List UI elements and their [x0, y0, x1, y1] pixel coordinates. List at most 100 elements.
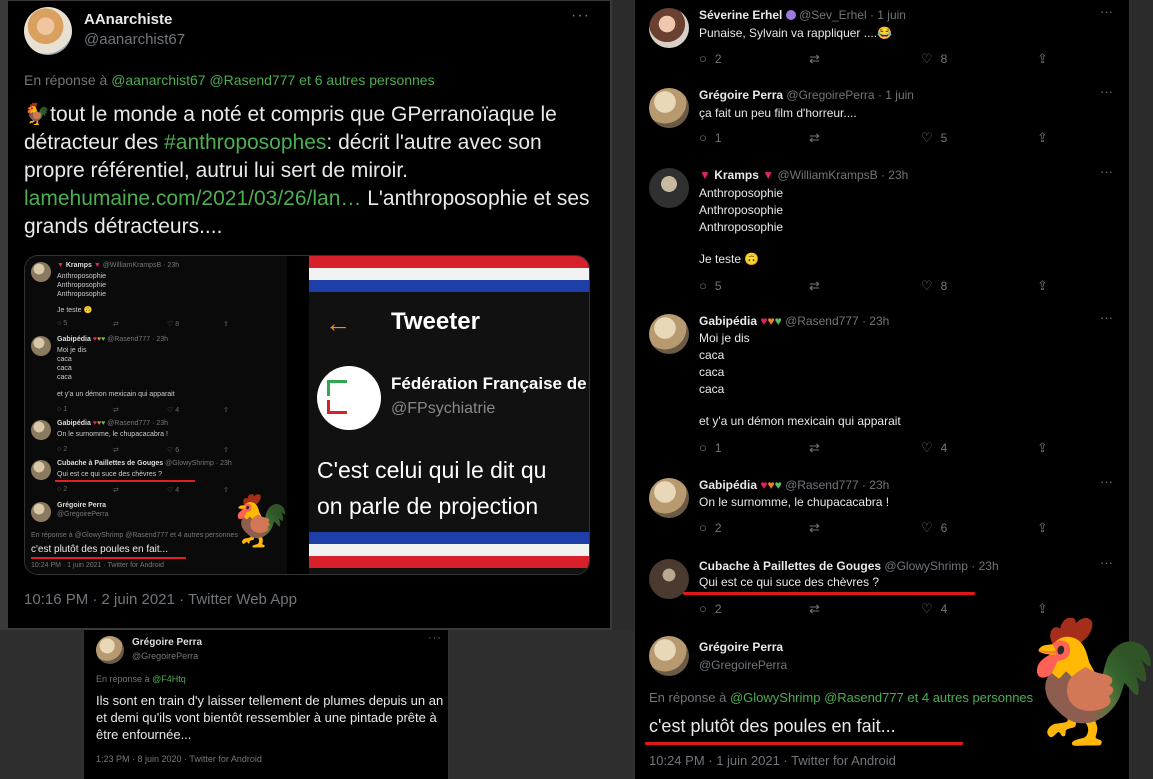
- more-icon[interactable]: ···: [571, 7, 590, 25]
- retweet-icon: ⇄: [113, 407, 119, 414]
- tweet-media[interactable]: ▼ Kramps ▼ @WilliamKrampsB · 23h Anthrop…: [24, 255, 590, 575]
- tweet-header: ▼ Kramps ▼ @WilliamKrampsB · 23h: [699, 168, 909, 182]
- reply-context: En réponse à @F4Htq: [96, 674, 186, 684]
- tweet-line: Je teste 🙃: [699, 252, 760, 266]
- share-button[interactable]: ⇪: [1037, 130, 1056, 146]
- tweet-text: 🐓tout le monde a noté et compris que GPe…: [24, 101, 596, 241]
- reply-button[interactable]: ○ 2: [699, 520, 722, 535]
- reply-mentions[interactable]: @GlowyShrimp @Rasend777: [730, 690, 904, 705]
- reply-mentions[interactable]: @aanarchist67 @Rasend777: [111, 72, 295, 88]
- share-button[interactable]: ⇪: [1037, 440, 1056, 456]
- retweet-button[interactable]: ⇄: [809, 278, 828, 294]
- author-name[interactable]: Cubache à Paillettes de Gouges: [699, 559, 881, 573]
- retweet-button[interactable]: ⇄: [809, 51, 828, 67]
- main-tweet[interactable]: AAnarchiste @aanarchist67 ··· En réponse…: [7, 0, 611, 629]
- like-button[interactable]: ♡ 6: [921, 520, 947, 536]
- author-handle[interactable]: @Rasend777 · 23h: [785, 314, 889, 328]
- tweet-line: caca: [699, 382, 725, 396]
- reply-button[interactable]: ○ 1: [699, 440, 722, 455]
- reply-mention[interactable]: @F4Htq: [152, 674, 186, 684]
- share-icon: ⇪: [1037, 601, 1048, 616]
- more-icon[interactable]: ···: [1100, 555, 1113, 570]
- reply-button[interactable]: ○ 1: [699, 130, 722, 145]
- more-icon[interactable]: ···: [1100, 474, 1113, 489]
- author-handle[interactable]: @GregoirePerra: [699, 658, 787, 672]
- like-button[interactable]: ♡ 8: [921, 278, 947, 294]
- ff-header-title: Tweeter: [391, 308, 480, 335]
- author-name[interactable]: Gabipédia: [699, 478, 757, 492]
- share-button[interactable]: ⇪: [1037, 51, 1056, 67]
- author-handle[interactable]: @GlowyShrimp · 23h: [884, 559, 998, 573]
- media-thread-screenshot[interactable]: ▼ Kramps ▼ @WilliamKrampsB · 23h Anthrop…: [25, 256, 287, 574]
- more-icon[interactable]: ···: [1100, 310, 1113, 325]
- tweet-footer[interactable]: 10:16 PM · 2 juin 2021 · Twitter Web App: [24, 591, 297, 608]
- author-name[interactable]: Kramps: [714, 168, 759, 182]
- author-handle[interactable]: @GregoirePerra: [132, 651, 198, 661]
- retweet-button[interactable]: ⇄: [809, 440, 828, 456]
- thread-tweet[interactable]: ▼ Kramps ▼ @WilliamKrampsB · 23h ··· Ant…: [635, 164, 1131, 304]
- mini-handle: @GregoirePerra: [57, 511, 109, 518]
- share-button[interactable]: ⇪: [1037, 278, 1056, 294]
- tweet-footer[interactable]: 10:24 PM · 1 juin 2021 · Twitter for And…: [649, 753, 896, 768]
- like-button[interactable]: ♡ 4: [921, 601, 947, 617]
- avatar[interactable]: [649, 8, 689, 48]
- hashtag-link[interactable]: #anthroposophes: [164, 131, 326, 154]
- like-button[interactable]: ♡ 5: [921, 130, 947, 146]
- author-handle[interactable]: @Sev_Erhel · 1 juin: [799, 8, 906, 22]
- tweet-footer[interactable]: 1:23 PM · 8 juin 2020 · Twitter for Andr…: [96, 754, 262, 764]
- avatar[interactable]: [649, 478, 689, 518]
- mini-name: Gabipédia: [57, 420, 91, 427]
- thread-tweet[interactable]: Gabipédia ♥♥♥ @Rasend777 · 23h ··· Moi j…: [635, 310, 1131, 470]
- ff-org-name: Fédération Française de: [391, 374, 587, 393]
- author-handle[interactable]: @aanarchist67: [84, 31, 185, 48]
- thread-tweet[interactable]: Grégoire Perra @GregoirePerra · 1 juin ·…: [635, 84, 1131, 160]
- avatar[interactable]: [649, 168, 689, 208]
- more-icon[interactable]: ···: [428, 632, 442, 644]
- retweet-icon: ⇄: [113, 321, 119, 328]
- more-icon[interactable]: ···: [1100, 4, 1113, 19]
- avatar[interactable]: [96, 636, 124, 664]
- like-button[interactable]: ♡ 4: [921, 440, 947, 456]
- author-name[interactable]: Grégoire Perra: [699, 88, 783, 102]
- more-icon[interactable]: ···: [1100, 164, 1113, 179]
- tweet-line: caca: [699, 348, 725, 362]
- avatar[interactable]: [649, 636, 689, 676]
- author-name[interactable]: Grégoire Perra: [132, 637, 202, 648]
- retweet-button[interactable]: ⇄: [809, 520, 828, 536]
- author-name[interactable]: Grégoire Perra: [699, 640, 787, 654]
- reply-button[interactable]: ○ 2: [699, 51, 722, 66]
- article-link[interactable]: lamehumaine.com/2021/03/26/lan…: [24, 187, 361, 210]
- rooster-icon: 🐓: [1016, 615, 1153, 749]
- author-handle[interactable]: @Rasend777 · 23h: [785, 478, 889, 492]
- author-handle[interactable]: @GregoirePerra · 1 juin: [786, 88, 914, 102]
- mini-text: c'est plutôt des poules en fait...: [31, 544, 168, 555]
- thread-tweet[interactable]: Gabipédia ♥♥♥ @Rasend777 · 23h ··· On le…: [635, 474, 1131, 550]
- tweet-line: Anthroposophie: [699, 186, 784, 200]
- author-handle[interactable]: @WilliamKrampsB · 23h: [777, 168, 908, 182]
- back-arrow-icon: ←: [325, 308, 351, 338]
- author-name[interactable]: Séverine Erhel: [699, 8, 782, 22]
- avatar[interactable]: [649, 88, 689, 128]
- red-underline: [55, 480, 195, 482]
- author-name[interactable]: AAnarchiste: [84, 11, 172, 28]
- share-button[interactable]: ⇪: [1037, 520, 1056, 536]
- reply-more[interactable]: et 4 autres personnes: [907, 690, 1033, 705]
- reply-prefix: En réponse à: [649, 690, 727, 705]
- thread-tweet[interactable]: Séverine Erhel @Sev_Erhel · 1 juin ··· P…: [635, 4, 1131, 80]
- avatar[interactable]: [24, 7, 72, 55]
- like-icon: ♡: [921, 51, 933, 66]
- reply-button[interactable]: ○ 5: [699, 278, 722, 293]
- reply-button[interactable]: ○ 2: [699, 601, 722, 616]
- media-ff-screenshot[interactable]: ← Tweeter Fédération Française de @FPsyc…: [309, 256, 589, 574]
- more-icon[interactable]: ···: [1100, 84, 1113, 99]
- like-button[interactable]: ♡ 8: [921, 51, 947, 67]
- quoted-tweet-gregoire[interactable]: Grégoire Perra @GregoirePerra ··· En rép…: [83, 630, 449, 779]
- reply-more[interactable]: et 6 autres personnes: [299, 72, 434, 88]
- share-icon: ⇪: [223, 487, 229, 494]
- author-name[interactable]: Gabipédia: [699, 314, 757, 328]
- retweet-icon: ⇄: [113, 487, 119, 494]
- avatar[interactable]: [649, 314, 689, 354]
- share-icon: ⇪: [223, 321, 229, 328]
- retweet-button[interactable]: ⇄: [809, 130, 828, 146]
- retweet-button[interactable]: ⇄: [809, 601, 828, 617]
